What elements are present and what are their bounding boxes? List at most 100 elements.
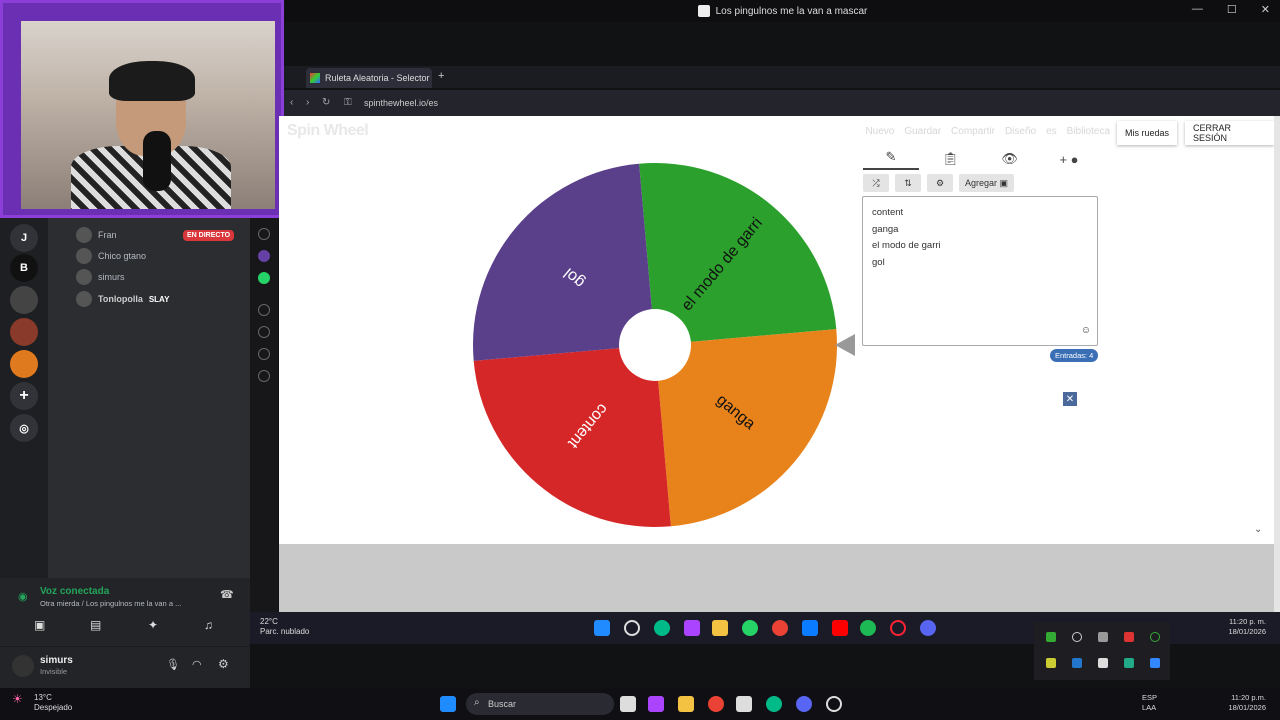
sidebar-icon[interactable] <box>258 228 270 240</box>
tray-icon[interactable] <box>1150 632 1160 642</box>
headphones-icon[interactable]: ◠ <box>192 658 202 671</box>
wheel-center[interactable] <box>619 309 691 381</box>
voice-user[interactable]: simurs <box>76 268 125 286</box>
server-icon[interactable] <box>10 318 38 346</box>
logout-button[interactable]: CERRAR SESIÓN <box>1185 121 1274 145</box>
tray-icon[interactable] <box>1098 632 1108 642</box>
folder-icon[interactable] <box>678 696 694 712</box>
bluetooth-icon[interactable] <box>1150 658 1160 668</box>
activities-icon[interactable]: ✦ <box>148 618 158 632</box>
server-icon[interactable] <box>10 350 38 378</box>
forward-icon[interactable]: › <box>306 97 309 108</box>
weather-icon[interactable]: ☀ <box>12 692 23 706</box>
nav-library[interactable]: Biblioteca <box>1067 126 1110 137</box>
chrome-icon[interactable] <box>772 620 788 636</box>
server-b[interactable]: B <box>10 254 38 282</box>
scrollbar[interactable] <box>1274 116 1280 612</box>
edit-tab-icon[interactable]: ✎ <box>863 149 919 170</box>
sort-button[interactable]: ⇅ <box>895 174 921 192</box>
edge-icon[interactable] <box>654 620 670 636</box>
explore-icon[interactable]: ◎ <box>10 414 38 442</box>
entries-textarea[interactable]: content ganga el modo de garri gol ☺ <box>862 196 1098 346</box>
spotify-icon[interactable] <box>860 620 876 636</box>
tray-icon[interactable] <box>1046 632 1056 642</box>
voice-user[interactable]: Fran <box>76 226 117 244</box>
whatsapp-icon[interactable] <box>742 620 758 636</box>
close-icon[interactable]: ✕ <box>1063 392 1077 406</box>
spin-wheel[interactable]: el modo de garrigangacontentgol <box>471 160 841 530</box>
youtube-icon[interactable] <box>832 620 848 636</box>
clock[interactable]: 11:20 p.m. 18/01/2026 <box>1228 693 1266 713</box>
color-tab-icon[interactable]: + ● <box>1041 152 1097 167</box>
discord-icon[interactable] <box>920 620 936 636</box>
weather-widget[interactable]: 22°C Parc. nublado <box>260 617 309 637</box>
tray-icon[interactable] <box>1124 632 1134 642</box>
screen-share-icon[interactable]: ▤ <box>90 618 101 632</box>
close-icon[interactable]: ✕ <box>1261 3 1270 16</box>
weather-widget[interactable]: 13°C Despejado <box>34 693 72 713</box>
nav-design[interactable]: Diseño <box>1005 126 1036 137</box>
folder-icon[interactable] <box>712 620 728 636</box>
site-logo[interactable]: Spin Wheel <box>287 122 369 140</box>
minimize-icon[interactable]: — <box>1192 3 1203 16</box>
store-icon[interactable] <box>736 696 752 712</box>
nav-save[interactable]: Guardar <box>904 126 941 137</box>
voice-user[interactable]: Tonlopolla SLAY <box>76 290 169 308</box>
taskview-icon[interactable] <box>620 696 636 712</box>
history-icon[interactable] <box>258 326 270 338</box>
chrome-icon[interactable] <box>708 696 724 712</box>
nav-share[interactable]: Compartir <box>951 126 995 137</box>
search-box[interactable]: ⌕ Buscar <box>466 693 614 715</box>
new-tab-icon[interactable]: + <box>438 70 444 82</box>
tray-icon[interactable] <box>1046 658 1056 668</box>
twitch-icon[interactable] <box>258 250 270 262</box>
voice-user[interactable]: Chico gtano <box>76 247 146 265</box>
server-icon[interactable] <box>10 286 38 314</box>
add-image-button[interactable]: Agregar ▣ <box>959 174 1015 192</box>
store-icon[interactable] <box>802 620 818 636</box>
voice-channel[interactable]: Otra mierda / Los pingulnos me la van a … <box>40 599 190 608</box>
copilot-icon[interactable] <box>684 620 700 636</box>
whatsapp-icon[interactable] <box>258 272 270 284</box>
server-j[interactable]: J <box>10 224 38 252</box>
shuffle-button[interactable]: ⤮ <box>863 174 889 192</box>
tray-icon[interactable] <box>1072 658 1082 668</box>
mic-icon[interactable]: 🎙︎ <box>166 658 180 671</box>
tab-roulette[interactable]: Ruleta Aleatoria - Selector <box>306 68 432 88</box>
language-indicator[interactable]: ESP LAA <box>1142 693 1157 713</box>
tray-icon[interactable] <box>1072 632 1082 642</box>
sidebar-icon[interactable] <box>258 304 270 316</box>
clock[interactable]: 11:20 p. m. 18/01/2026 <box>1228 617 1266 637</box>
maximize-icon[interactable]: ☐ <box>1227 3 1237 16</box>
chevron-down-icon[interactable]: ⌄ <box>1254 524 1262 535</box>
search-icon[interactable] <box>624 620 640 636</box>
back-icon[interactable]: ‹ <box>290 97 293 108</box>
opera-icon[interactable] <box>890 620 906 636</box>
edge-icon[interactable] <box>766 696 782 712</box>
settings-icon[interactable] <box>258 370 270 382</box>
discord-icon[interactable] <box>796 696 812 712</box>
nav-new[interactable]: Nuevo <box>865 126 894 137</box>
obs-icon[interactable] <box>826 696 842 712</box>
copilot-icon[interactable] <box>648 696 664 712</box>
start-icon[interactable] <box>594 620 610 636</box>
reload-icon[interactable]: ↻ <box>322 97 330 108</box>
avatar[interactable] <box>12 655 34 677</box>
nav-language[interactable]: es <box>1046 126 1057 137</box>
tray-icon[interactable] <box>1098 658 1108 668</box>
hide-tab-icon[interactable]: 👁︎ <box>982 151 1038 167</box>
start-icon[interactable] <box>440 696 456 712</box>
sidebar-icon[interactable] <box>258 348 270 360</box>
signal-icon[interactable]: ◉ <box>18 590 28 603</box>
my-wheels-button[interactable]: Mis ruedas <box>1117 121 1178 145</box>
camera-icon[interactable]: ▣ <box>34 618 45 632</box>
disconnect-icon[interactable]: ☎ <box>220 588 234 601</box>
gear-icon[interactable]: ⚙ <box>218 657 229 671</box>
soundboard-icon[interactable]: ♫ <box>204 618 213 632</box>
clipboard-tab-icon[interactable]: 📋︎ <box>922 151 978 167</box>
url-field[interactable]: spinthewheel.io/es <box>364 98 438 108</box>
tray-icon[interactable] <box>1124 658 1134 668</box>
add-server-icon[interactable]: + <box>10 382 38 410</box>
emoji-icon[interactable]: ☺ <box>1081 323 1091 340</box>
settings-button[interactable]: ⚙ <box>927 174 953 192</box>
